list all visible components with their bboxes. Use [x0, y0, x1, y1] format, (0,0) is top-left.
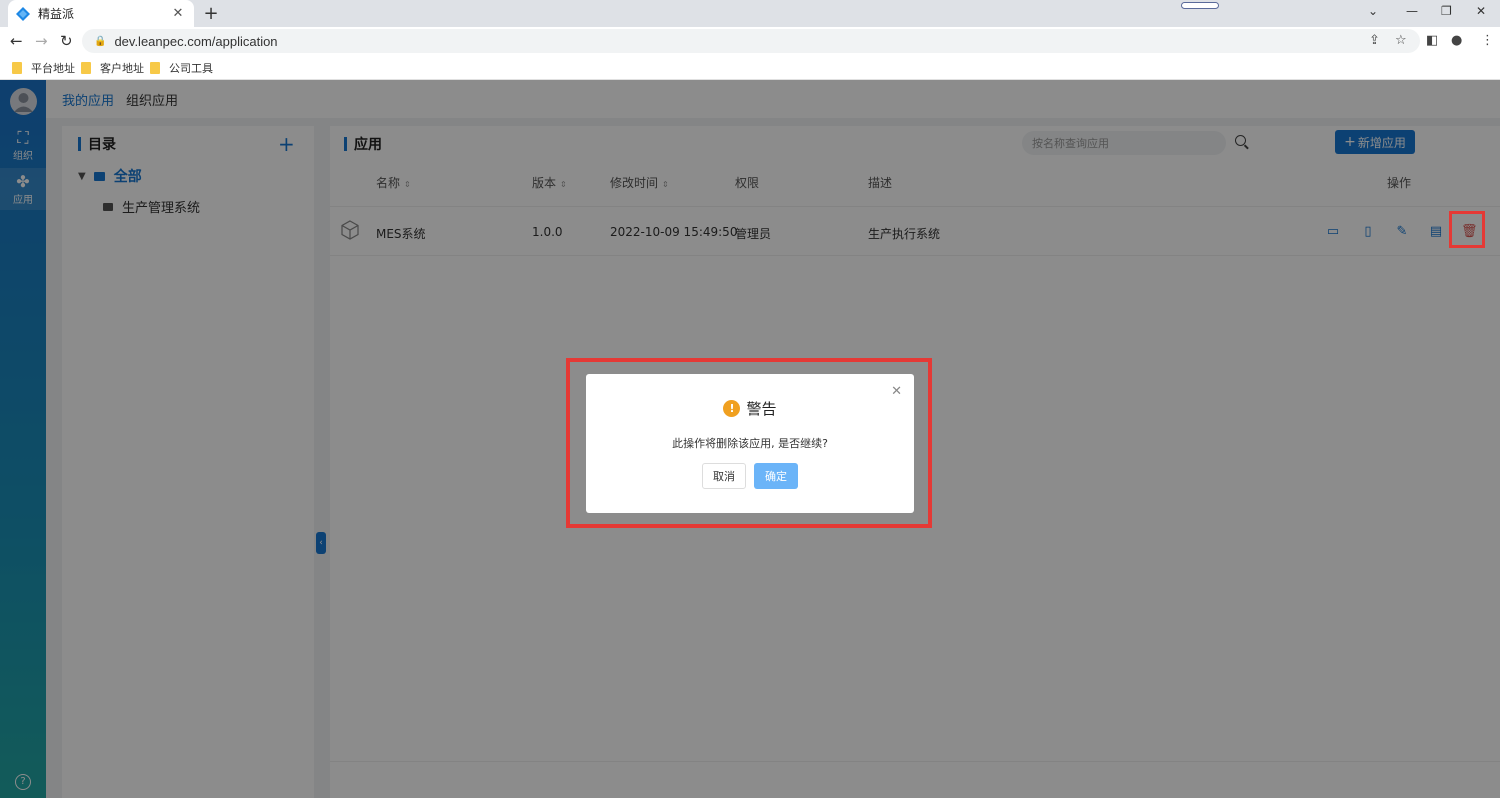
warning-icon: ! — [723, 400, 741, 417]
bookmark-item[interactable]: 平台地址 — [12, 60, 75, 76]
bookmarks-bar: 平台地址 客户地址 公司工具 — [0, 55, 1500, 80]
restore-icon[interactable]: ❐ — [1441, 4, 1452, 18]
dialog-message: 此操作将删除该应用, 是否继续? — [672, 437, 828, 450]
bookmark-item[interactable]: 公司工具 — [150, 60, 213, 76]
bookmark-label: 公司工具 — [169, 62, 213, 75]
bookmark-label: 客户地址 — [100, 62, 144, 75]
cancel-button[interactable]: 取消 — [702, 463, 746, 489]
back-icon[interactable]: ← — [10, 32, 23, 50]
profile-pill[interactable] — [1181, 2, 1219, 9]
url-field[interactable]: 🔒 dev.leanpec.com/application — [82, 29, 1420, 53]
reload-icon[interactable]: ↻ — [60, 32, 73, 50]
confirm-button[interactable]: 确定 — [754, 463, 798, 489]
minimize-icon[interactable]: — — [1406, 4, 1418, 18]
browser-tabbar: 精益派 ✕ + ⌄ — ❐ ✕ — [0, 0, 1500, 27]
close-icon[interactable]: ✕ — [891, 384, 902, 399]
folder-icon — [12, 62, 22, 74]
profile-icon[interactable]: ● — [1451, 33, 1462, 48]
forward-icon[interactable]: → — [35, 32, 48, 50]
url-text: dev.leanpec.com/application — [114, 33, 278, 49]
menu-icon[interactable]: ⋮ — [1481, 33, 1494, 48]
tab-close-icon[interactable]: ✕ — [170, 6, 186, 21]
warning-dialog: ✕ ! 警告 此操作将删除该应用, 是否继续? 取消 确定 — [586, 374, 914, 513]
dialog-title: ! 警告 — [586, 398, 914, 419]
side-panel-icon[interactable]: ◧ — [1426, 33, 1438, 48]
address-bar: ← → ↻ 🔒 dev.leanpec.com/application ⇪ ☆ … — [0, 27, 1500, 55]
bookmark-star-icon[interactable]: ☆ — [1395, 33, 1407, 48]
bookmark-label: 平台地址 — [31, 62, 75, 75]
window-close-icon[interactable]: ✕ — [1476, 4, 1486, 18]
new-tab-button[interactable]: + — [202, 3, 220, 24]
lock-icon: 🔒 — [94, 35, 107, 47]
tab-title: 精益派 — [38, 7, 75, 21]
trash-highlight-box — [1449, 211, 1485, 248]
dialog-title-text: 警告 — [746, 400, 777, 418]
site-favicon-icon — [16, 6, 30, 21]
bookmark-item[interactable]: 客户地址 — [81, 60, 144, 76]
folder-icon — [150, 62, 160, 74]
tab-search-icon[interactable]: ⌄ — [1368, 4, 1378, 18]
share-icon[interactable]: ⇪ — [1369, 33, 1380, 48]
folder-icon — [81, 62, 91, 74]
browser-tab[interactable]: 精益派 ✕ — [8, 0, 194, 27]
